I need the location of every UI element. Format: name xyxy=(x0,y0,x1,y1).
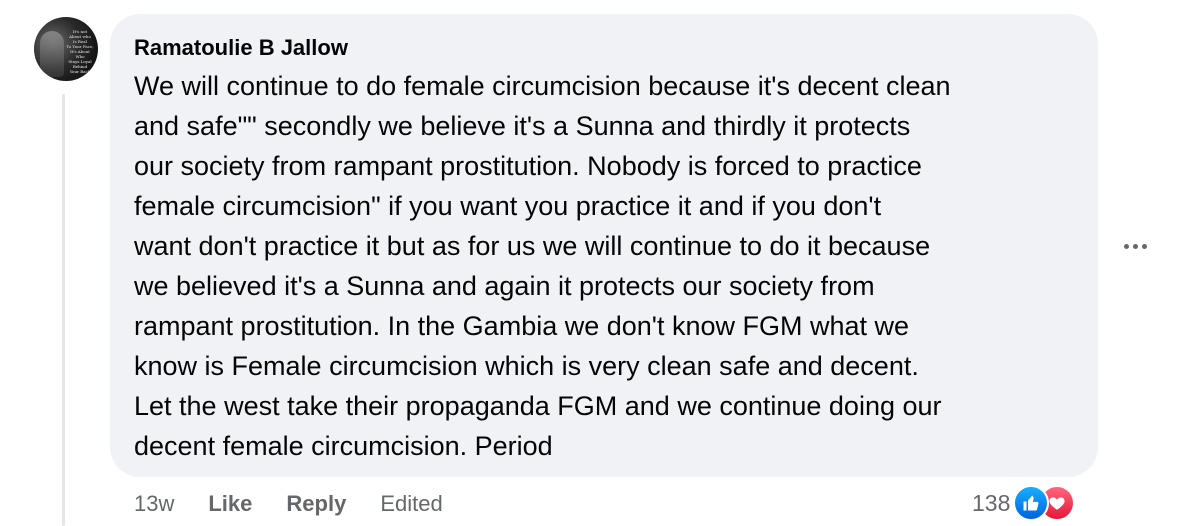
reactions-summary[interactable]: 138 xyxy=(972,485,1076,521)
heart-icon xyxy=(1049,497,1065,510)
avatar[interactable]: It's not About who Is Real To Your Face,… xyxy=(34,17,98,81)
comment-bubble: Ramatoulie B Jallow We will continue to … xyxy=(110,14,1098,477)
comment-author[interactable]: Ramatoulie B Jallow xyxy=(134,34,1074,62)
reaction-count: 138 xyxy=(972,489,1011,516)
edited-label: Edited xyxy=(380,491,443,516)
thumbs-up-icon xyxy=(1023,495,1039,511)
more-options-button[interactable] xyxy=(1118,232,1152,260)
more-dot xyxy=(1141,243,1147,249)
avatar-text: It's not About who Is Real To Your Face,… xyxy=(66,29,94,74)
avatar-figure xyxy=(40,31,64,77)
thread-line xyxy=(62,94,65,526)
comment-timestamp[interactable]: 13w xyxy=(134,491,174,517)
more-dot xyxy=(1132,243,1138,249)
reply-button[interactable]: Reply xyxy=(286,491,346,517)
comment-text: We will continue to do female circumcisi… xyxy=(134,71,951,461)
like-button[interactable]: Like xyxy=(208,491,252,517)
comment-actions: 13w Like Reply Edited xyxy=(134,488,443,520)
more-dot xyxy=(1123,243,1129,249)
